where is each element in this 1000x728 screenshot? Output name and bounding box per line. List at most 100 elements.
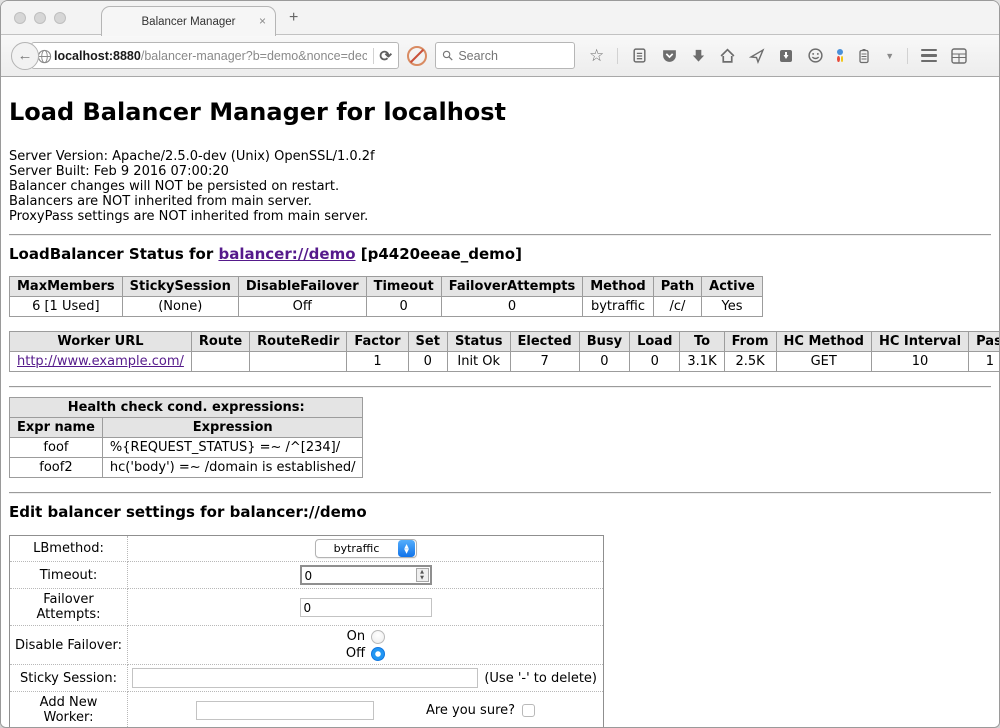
lbmethod-label: LBmethod:	[10, 536, 128, 562]
worker-table: Worker URL Route RouteRedir Factor Set S…	[9, 331, 999, 372]
add-worker-input[interactable]	[196, 701, 374, 720]
lbmethod-select[interactable]: bytraffic ▲▼	[315, 539, 417, 558]
tab-close-icon[interactable]: ×	[259, 14, 266, 28]
navigation-toolbar: ← localhost:8880/balancer-manager?b=demo…	[1, 35, 999, 77]
inherit-note: Balancers are NOT inherited from main se…	[9, 194, 991, 209]
timeout-input[interactable]: 0 ▲▼	[300, 565, 432, 585]
url-text[interactable]: localhost:8880/balancer-manager?b=demo&n…	[54, 49, 367, 63]
col-load: Load	[630, 332, 680, 352]
col-expression: Expression	[102, 418, 363, 438]
send-icon[interactable]	[749, 48, 765, 64]
failover-input[interactable]: 0	[300, 598, 432, 617]
battery-icon[interactable]	[856, 48, 872, 64]
new-tab-button[interactable]: +	[289, 9, 298, 27]
disable-failover-off-radio[interactable]	[371, 647, 385, 661]
chevron-down-icon[interactable]: ▼	[885, 51, 894, 61]
hc-header-row: Expr name Expression	[10, 418, 363, 438]
tab-title: Balancer Manager	[142, 16, 236, 28]
toolbar-divider	[617, 48, 618, 64]
cell-route	[191, 352, 249, 372]
form-row-lbmethod: LBmethod: bytraffic ▲▼	[10, 536, 604, 562]
radio-on-label: On	[347, 629, 365, 644]
colored-dots-icon[interactable]	[837, 49, 843, 62]
search-icon	[442, 49, 453, 62]
cell-routeredir	[250, 352, 347, 372]
hc-row: foof2 hc('body') =~ /domain is establish…	[10, 458, 363, 478]
window-controls	[14, 12, 66, 24]
col-failoverattempts: FailoverAttempts	[441, 277, 583, 297]
table-header-row: Worker URL Route RouteRedir Factor Set S…	[10, 332, 1000, 352]
search-input[interactable]	[458, 49, 568, 63]
cell-maxmembers: 6 [1 Used]	[10, 297, 123, 317]
close-window-button[interactable]	[14, 12, 26, 24]
col-worker-url: Worker URL	[10, 332, 192, 352]
panel-download-icon[interactable]	[778, 48, 794, 64]
reload-icon[interactable]: ⟳	[379, 47, 392, 65]
failover-value: 0	[304, 601, 312, 615]
col-elected: Elected	[510, 332, 579, 352]
cell-active: Yes	[702, 297, 763, 317]
search-bar[interactable]	[435, 42, 575, 69]
balancer-status-heading: LoadBalancer Status for balancer://demo …	[9, 245, 991, 263]
cell-set: 0	[408, 352, 447, 372]
col-set: Set	[408, 332, 447, 352]
are-you-sure-checkbox[interactable]	[522, 704, 535, 717]
cell-expr-name: foof2	[10, 458, 103, 478]
col-disablefailover: DisableFailover	[238, 277, 366, 297]
worker-url-link[interactable]: http://www.example.com/	[17, 354, 184, 369]
content-blocked-icon[interactable]	[407, 46, 427, 66]
persist-note: Balancer changes will NOT be persisted o…	[9, 179, 991, 194]
cell-stickysession: (None)	[122, 297, 238, 317]
cell-expr-name: foof	[10, 438, 103, 458]
download-icon[interactable]	[691, 48, 706, 63]
toolbar-icons: ☆	[589, 47, 968, 65]
number-spinner-icon[interactable]: ▲▼	[416, 568, 429, 582]
col-passes: Passes	[969, 332, 999, 352]
minimize-window-button[interactable]	[34, 12, 46, 24]
worker-row: http://www.example.com/ 1 0 Init Ok 7 0 …	[10, 352, 1000, 372]
cell-hc-interval: 10	[871, 352, 968, 372]
server-version: Server Version: Apache/2.5.0-dev (Unix) …	[9, 149, 991, 164]
url-domain: localhost:8880	[54, 49, 141, 63]
status-suffix: [p4420eeae_demo]	[356, 245, 522, 263]
pocket-icon[interactable]	[661, 47, 678, 64]
disable-failover-on-radio[interactable]	[371, 630, 385, 644]
back-button[interactable]: ←	[11, 42, 39, 70]
balancer-summary-table: MaxMembers StickySession DisableFailover…	[9, 276, 763, 317]
cell-elected: 7	[510, 352, 579, 372]
zoom-window-button[interactable]	[54, 12, 66, 24]
disable-failover-label: Disable Failover:	[10, 626, 128, 665]
sticky-hint: (Use '-' to delete)	[484, 671, 599, 686]
sticky-session-input[interactable]	[132, 668, 478, 688]
globe-icon	[37, 49, 52, 64]
home-icon[interactable]	[719, 47, 736, 64]
grid-document-icon[interactable]	[950, 47, 968, 65]
bookmark-star-icon[interactable]: ☆	[589, 47, 604, 64]
chat-smiley-icon[interactable]	[807, 47, 824, 64]
divider	[9, 234, 991, 236]
url-path: /balancer-manager?b=demo&nonce=decc37be-…	[141, 49, 367, 63]
balancer-link[interactable]: balancer://demo	[218, 245, 355, 263]
col-stickysession: StickySession	[122, 277, 238, 297]
reading-list-icon[interactable]	[631, 47, 648, 64]
are-you-sure-label: Are you sure?	[426, 703, 515, 718]
tab-bar: Balancer Manager × +	[1, 1, 999, 35]
edit-settings-heading: Edit balancer settings for balancer://de…	[9, 503, 991, 521]
sticky-label: Sticky Session:	[10, 665, 128, 692]
cell-failoverattempts: 0	[441, 297, 583, 317]
failover-label: Failover Attempts:	[10, 589, 128, 626]
divider	[9, 386, 991, 388]
tab-balancer-manager[interactable]: Balancer Manager ×	[101, 6, 276, 36]
cell-path: /c/	[653, 297, 701, 317]
col-path: Path	[653, 277, 701, 297]
page-content: Load Balancer Manager for localhost Serv…	[1, 77, 999, 727]
hamburger-menu-icon[interactable]	[921, 49, 937, 63]
cell-passes: 1 (0)	[969, 352, 999, 372]
form-row-disable-failover: Disable Failover: On Off	[10, 626, 604, 665]
timeout-value: 0	[305, 569, 313, 583]
cell-method: bytraffic	[583, 297, 653, 317]
col-busy: Busy	[579, 332, 629, 352]
url-bar[interactable]: localhost:8880/balancer-manager?b=demo&n…	[31, 42, 399, 69]
back-arrow-icon: ←	[18, 47, 33, 64]
col-routeredir: RouteRedir	[250, 332, 347, 352]
